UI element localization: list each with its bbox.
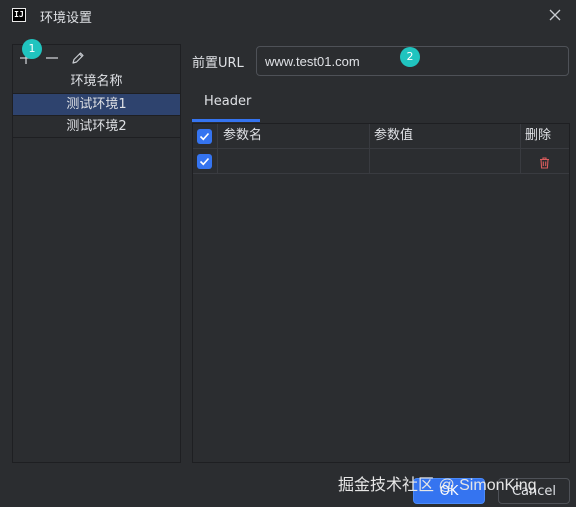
column-header-param-name[interactable]: 参数名: [218, 124, 370, 148]
callout-badge-1: 1: [22, 39, 42, 59]
tab-active-indicator: [192, 119, 260, 122]
tab-header[interactable]: Header: [192, 86, 260, 122]
env-list-panel: 1 环境名称 测试环境1 测试环境2: [12, 39, 181, 463]
check-icon: [199, 157, 210, 166]
url-label: 前置URL: [192, 56, 244, 71]
table-row: [193, 149, 569, 174]
watermark: 掘金技术社区 @ SimonKing: [338, 477, 537, 494]
edit-env-button[interactable]: [69, 49, 87, 67]
tab-header-label: Header: [204, 94, 252, 109]
remove-env-button[interactable]: [43, 49, 61, 67]
select-all-checkbox[interactable]: [197, 129, 212, 144]
edit-icon: [72, 52, 84, 64]
row-checkbox[interactable]: [197, 154, 212, 169]
close-button[interactable]: [545, 5, 565, 25]
close-icon: [549, 9, 561, 21]
app-icon: IJ: [12, 8, 26, 22]
window-title: 环境设置: [40, 11, 93, 26]
callout-badge-2: 2: [400, 47, 420, 67]
delete-cell: [521, 149, 569, 173]
column-header-delete[interactable]: 删除: [521, 124, 569, 148]
param-value-cell[interactable]: [370, 149, 521, 173]
check-icon: [199, 132, 210, 141]
trash-icon: [540, 157, 549, 169]
env-list-item[interactable]: 测试环境2: [13, 116, 180, 138]
delete-row-button[interactable]: [539, 154, 550, 178]
header-params-table: 参数名 参数值 删除: [192, 123, 570, 463]
remove-icon: [46, 57, 58, 59]
column-header-param-value[interactable]: 参数值: [370, 124, 521, 148]
env-list-item[interactable]: 测试环境1: [13, 94, 180, 116]
table-header-row: 参数名 参数值 删除: [193, 124, 569, 149]
env-settings-dialog: IJ 环境设置 1 环境名称 测试环境1 测试环境2 前置URL www.tes…: [0, 0, 576, 507]
param-name-cell[interactable]: [218, 149, 370, 173]
title-bar: IJ 环境设置: [0, 0, 576, 32]
env-list-header: 环境名称: [13, 71, 180, 94]
